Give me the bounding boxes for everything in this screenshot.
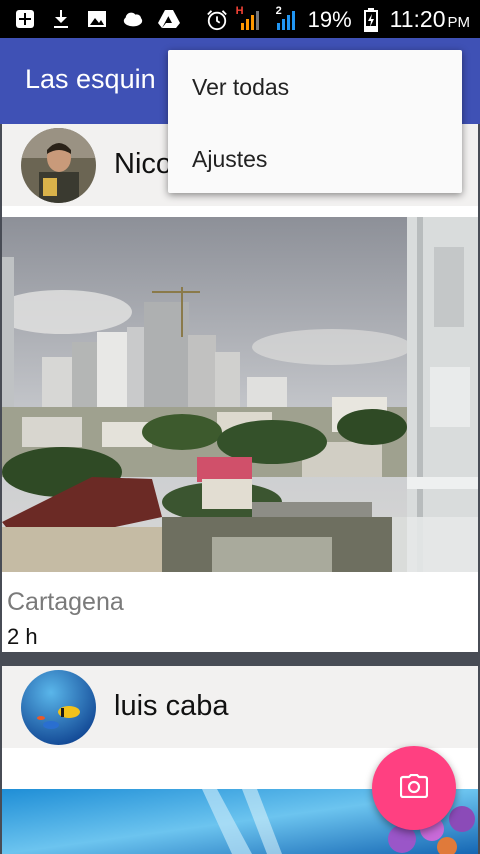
- drive-icon: [158, 8, 180, 30]
- post-card[interactable]: Nico Cartagena 2 h: [2, 124, 478, 652]
- add-box-icon: [14, 8, 36, 30]
- menu-item-ver-todas[interactable]: Ver todas: [168, 50, 462, 122]
- menu-item-ajustes[interactable]: Ajustes: [168, 122, 462, 194]
- download-icon: [50, 8, 72, 30]
- battery-percent: 19%: [307, 6, 352, 32]
- post-photo[interactable]: [2, 217, 478, 572]
- battery-icon: [360, 7, 382, 32]
- clock: 11:20: [389, 6, 446, 32]
- status-bar: H 2 19% 11:20 PM: [0, 0, 480, 38]
- signal2-icon: 2: [272, 5, 300, 31]
- author-name[interactable]: Nico: [114, 148, 172, 181]
- notification-icons: [14, 8, 180, 30]
- network-type-label: H: [235, 4, 244, 17]
- menu-item-label: Ver todas: [192, 74, 290, 100]
- avatar[interactable]: [21, 128, 96, 203]
- alarm-icon: [206, 9, 228, 31]
- camera-fab-button[interactable]: [372, 746, 456, 830]
- image-icon: [86, 8, 108, 30]
- cloud-icon: [122, 8, 144, 30]
- clock-ampm: PM: [447, 14, 471, 31]
- app-title: Las esquin: [25, 64, 156, 94]
- post-place: Cartagena: [7, 588, 124, 616]
- overflow-menu: Ver todas Ajustes: [168, 50, 462, 193]
- camera-icon: [399, 773, 429, 803]
- post-header: luis caba: [2, 666, 478, 748]
- sim-label: 2: [275, 4, 282, 17]
- author-name[interactable]: luis caba: [114, 690, 228, 723]
- signal-icon: H: [236, 5, 264, 31]
- menu-item-label: Ajustes: [192, 146, 268, 172]
- system-icons: H 2 19% 11:20 PM: [206, 5, 471, 33]
- avatar[interactable]: [21, 670, 96, 745]
- post-time: 2 h: [7, 624, 38, 649]
